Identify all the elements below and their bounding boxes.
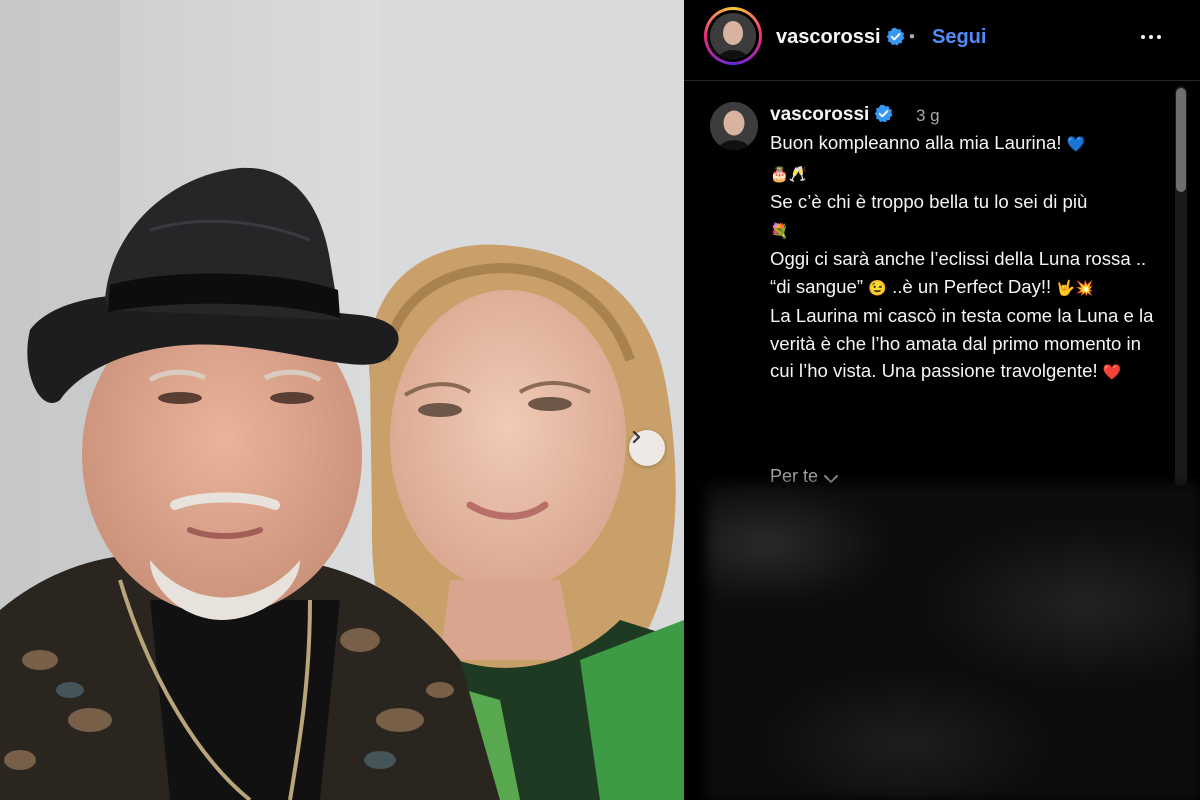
cake-toast-emoji: 🎂🥂 [770, 165, 808, 183]
verified-badge-icon [886, 27, 904, 46]
comments-scrollbar[interactable] [1175, 86, 1187, 486]
wink-emoji: 😉 [868, 279, 887, 297]
chevron-right-icon [632, 430, 641, 444]
post-photo [0, 0, 684, 800]
verified-badge-icon [874, 104, 893, 123]
caption-line: ..è un Perfect Day!! [892, 275, 1052, 297]
couple-photo [0, 0, 684, 800]
blurred-comments-area [706, 484, 1200, 800]
caption-line: Se c’è chi è troppo bella tu lo sei di p… [770, 191, 1088, 212]
blue-heart-emoji: 💙 [1066, 136, 1086, 153]
separator-dot: • [909, 27, 915, 46]
bouquet-emoji: 💐 [770, 222, 789, 240]
chevron-down-icon [824, 475, 838, 483]
post-caption: Buon kompleanno alla mia Laurina! 💙 🎂🥂 S… [770, 129, 1156, 387]
caption-username[interactable]: vascorossi [770, 104, 893, 126]
more-options-icon[interactable] [1136, 24, 1166, 50]
red-heart-emoji: ❤️ [1102, 364, 1122, 381]
rock-emoji: 🤟💥 [1056, 279, 1094, 297]
story-avatar[interactable] [704, 7, 762, 65]
avatar-picture [710, 13, 756, 59]
caption-line: La Laurina mi cascò in testa come la Lun… [770, 305, 1154, 381]
username-text[interactable]: vascorossi [770, 104, 869, 125]
follow-button[interactable]: Segui [932, 26, 986, 49]
header-username[interactable]: vascorossi [776, 26, 905, 49]
caption-line: Buon kompleanno alla mia Laurina! [770, 132, 1062, 153]
post-header: vascorossi • Segui [684, 0, 1200, 81]
avatar-picture [710, 102, 758, 150]
avatar [710, 13, 756, 59]
next-photo-button[interactable] [629, 430, 665, 466]
scrollbar-thumb[interactable] [1176, 88, 1186, 192]
per-te-label[interactable]: Per te [770, 466, 818, 486]
caption-avatar[interactable] [710, 102, 758, 150]
post-time[interactable]: 3 g [916, 106, 940, 126]
username-text[interactable]: vascorossi [776, 26, 881, 48]
post-sidebar: vascorossi • Segui vascorossi 3 g Buon k… [684, 0, 1200, 800]
